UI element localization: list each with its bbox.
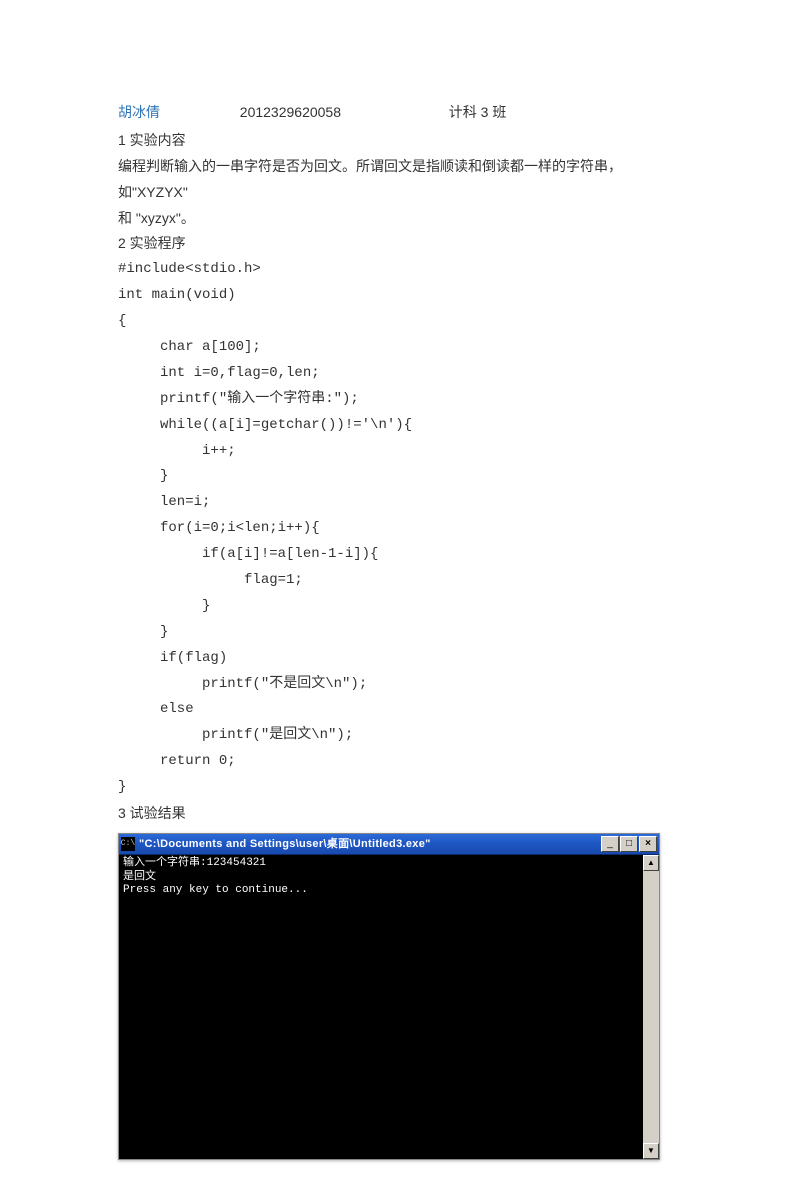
window-controls: _ □ × <box>601 836 657 852</box>
console-window: C:\ "C:\Documents and Settings\user\桌面\U… <box>118 833 660 1160</box>
scroll-down-button[interactable]: ▼ <box>643 1143 659 1159</box>
student-name: 胡冰倩 <box>118 104 160 120</box>
console-output: 输入一个字符串:123454321 是回文 Press any key to c… <box>119 855 659 1159</box>
close-button[interactable]: × <box>639 836 657 852</box>
scroll-up-button[interactable]: ▲ <box>643 855 659 871</box>
section-1-body-line1: 编程判断输入的一串字符是否为回文。所谓回文是指顺读和倒读都一样的字符串，如"XY… <box>118 154 683 206</box>
titlebar[interactable]: C:\ "C:\Documents and Settings\user\桌面\U… <box>119 834 659 855</box>
window-title: "C:\Documents and Settings\user\桌面\Untit… <box>139 834 601 854</box>
class-label: 计科 3 班 <box>449 104 507 120</box>
cmd-icon: C:\ <box>121 837 135 851</box>
section-3-title: 3 试验结果 <box>118 801 683 827</box>
section-1-title: 1 实验内容 <box>118 128 683 154</box>
student-id: 2012329620058 <box>240 104 341 120</box>
vertical-scrollbar[interactable]: ▲ ▼ <box>643 855 659 1159</box>
section-2-title: 2 实验程序 <box>118 231 683 257</box>
section-1-body-line2: 和 "xyzyx"。 <box>118 206 683 232</box>
source-code: #include<stdio.h> int main(void) { char … <box>118 257 683 801</box>
document-header: 胡冰倩 2012329620058 计科 3 班 <box>118 100 683 126</box>
minimize-button[interactable]: _ <box>601 836 619 852</box>
maximize-button[interactable]: □ <box>620 836 638 852</box>
